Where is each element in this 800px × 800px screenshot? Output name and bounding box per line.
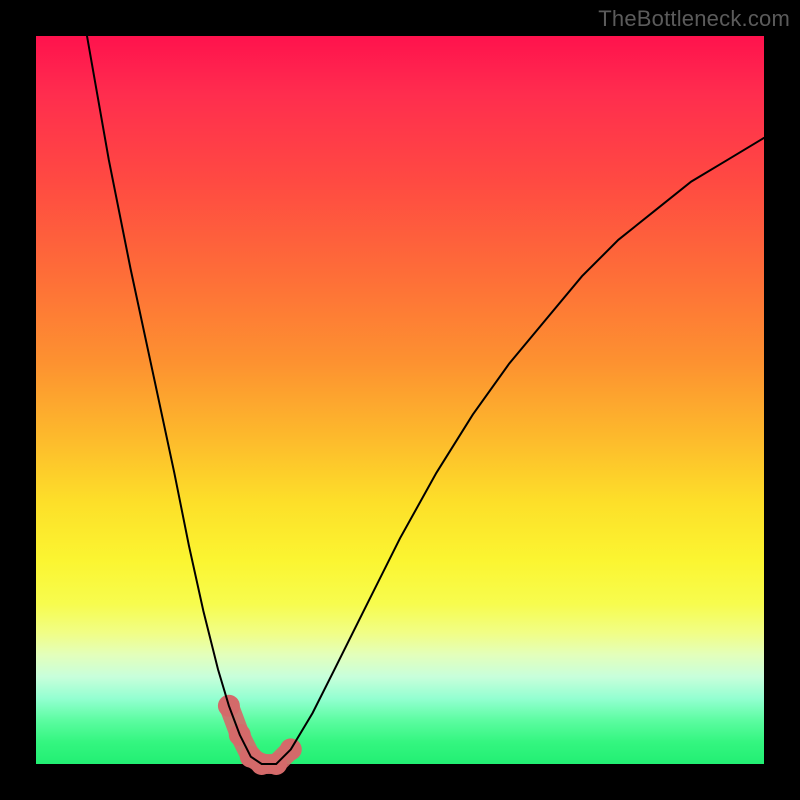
chart-frame: TheBottleneck.com: [0, 0, 800, 800]
watermark-text: TheBottleneck.com: [598, 6, 790, 32]
bottleneck-curve: [87, 36, 764, 764]
plot-area: [36, 36, 764, 764]
bottleneck-curve-svg: [36, 36, 764, 764]
